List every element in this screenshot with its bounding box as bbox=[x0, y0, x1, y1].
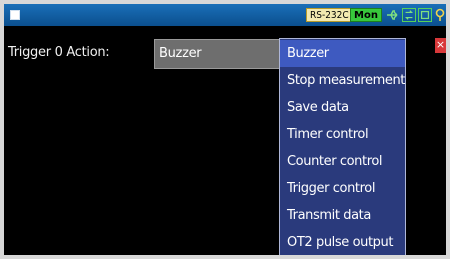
screen: RS-232C Mon Trigger 0 Action: Buzzer Buz… bbox=[4, 4, 446, 255]
dropdown-option[interactable]: Trigger control bbox=[280, 175, 405, 202]
action-select[interactable]: Buzzer bbox=[154, 39, 280, 69]
close-button[interactable]: × bbox=[435, 38, 446, 53]
dropdown-option[interactable]: Save data bbox=[280, 94, 405, 121]
dropdown-option[interactable]: Counter control bbox=[280, 148, 405, 175]
network-icon bbox=[402, 8, 416, 22]
dropdown-option[interactable]: Timer control bbox=[280, 121, 405, 148]
rs232c-badge: RS-232C bbox=[306, 8, 353, 22]
action-select-value: Buzzer bbox=[159, 46, 202, 61]
device-frame: RS-232C Mon Trigger 0 Action: Buzzer Buz… bbox=[0, 0, 450, 259]
status-bar: RS-232C Mon bbox=[4, 4, 446, 26]
dropdown-option[interactable]: Transmit data bbox=[280, 202, 405, 229]
card-icon bbox=[418, 8, 432, 22]
dropdown-option[interactable]: Buzzer bbox=[280, 40, 405, 67]
action-dropdown-list: Buzzer Stop measurement Save data Timer … bbox=[279, 38, 406, 255]
usb-icon bbox=[387, 10, 398, 20]
monitor-badge: Mon bbox=[350, 8, 382, 22]
window-icon[interactable] bbox=[10, 10, 20, 20]
dropdown-option[interactable]: Stop measurement bbox=[280, 67, 405, 94]
trigger-action-label: Trigger 0 Action: bbox=[8, 45, 110, 60]
dropdown-option[interactable]: OT2 pulse output bbox=[280, 229, 405, 255]
key-icon bbox=[435, 8, 445, 21]
